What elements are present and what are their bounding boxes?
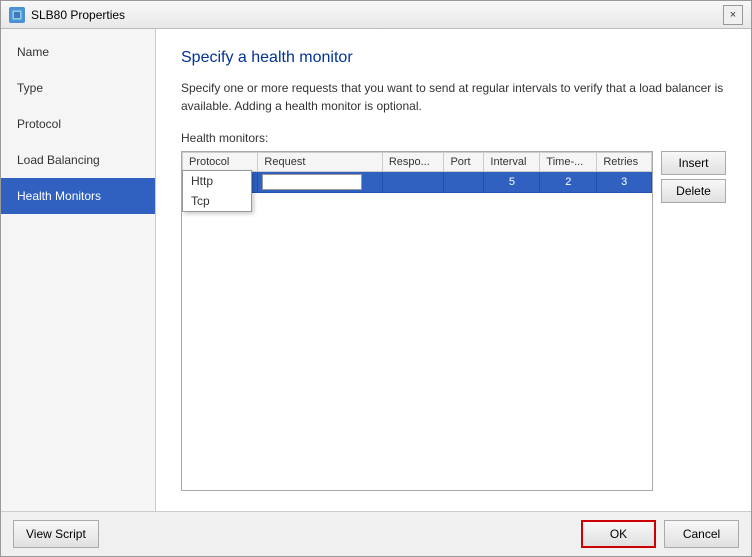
col-port: Port (444, 153, 484, 172)
timeout-value: 2 (565, 176, 571, 188)
sidebar: Name Type Protocol Load Balancing Health… (1, 29, 156, 511)
health-monitors-table-container: Protocol Request Respo... Port Interval … (181, 151, 653, 491)
cancel-button[interactable]: Cancel (664, 520, 739, 548)
ok-button[interactable]: OK (581, 520, 656, 548)
sidebar-item-load-balancing[interactable]: Load Balancing (1, 142, 155, 178)
main-panel: Specify a health monitor Specify one or … (156, 29, 751, 511)
title-bar: SLB80 Properties × (1, 1, 751, 29)
window-title: SLB80 Properties (31, 8, 125, 22)
col-retries: Retries (597, 153, 652, 172)
title-bar-left: SLB80 Properties (9, 7, 125, 23)
col-interval: Interval (484, 153, 540, 172)
bottom-right-buttons: OK Cancel (581, 520, 739, 548)
table-row: ▼ Http Tcp (183, 172, 652, 193)
page-description: Specify one or more requests that you wa… (181, 79, 726, 115)
sidebar-item-protocol[interactable]: Protocol (1, 106, 155, 142)
interval-cell: 5 (484, 172, 540, 193)
window-icon (9, 7, 25, 23)
content-area: Name Type Protocol Load Balancing Health… (1, 29, 751, 511)
insert-button[interactable]: Insert (661, 151, 726, 175)
page-title: Specify a health monitor (181, 49, 726, 67)
dropdown-option-tcp[interactable]: Tcp (183, 191, 251, 211)
section-label: Health monitors: (181, 131, 726, 145)
health-monitors-table: Protocol Request Respo... Port Interval … (182, 152, 652, 193)
timeout-cell: 2 (540, 172, 597, 193)
col-request: Request (258, 153, 382, 172)
table-action-buttons: Insert Delete (661, 151, 726, 491)
table-header-row: Protocol Request Respo... Port Interval … (183, 153, 652, 172)
bottom-bar: View Script OK Cancel (1, 511, 751, 556)
col-timeout: Time-... (540, 153, 597, 172)
main-window: SLB80 Properties × Name Type Protocol Lo… (0, 0, 752, 557)
request-input[interactable] (262, 174, 362, 190)
sidebar-item-type[interactable]: Type (1, 70, 155, 106)
sidebar-item-health-monitors[interactable]: Health Monitors (1, 178, 155, 214)
retries-value: 3 (621, 176, 627, 188)
protocol-dropdown-menu: Http Tcp (182, 170, 252, 212)
response-cell (382, 172, 444, 193)
col-response: Respo... (382, 153, 444, 172)
close-button[interactable]: × (723, 5, 743, 25)
sidebar-item-name[interactable]: Name (1, 34, 155, 70)
retries-cell: 3 (597, 172, 652, 193)
dropdown-option-http[interactable]: Http (183, 171, 251, 191)
view-script-button[interactable]: View Script (13, 520, 99, 548)
protocol-cell: ▼ Http Tcp (183, 172, 258, 193)
request-cell (258, 172, 382, 193)
port-cell (444, 172, 484, 193)
interval-value: 5 (509, 176, 515, 188)
col-protocol: Protocol (183, 153, 258, 172)
table-action-area: Protocol Request Respo... Port Interval … (181, 151, 726, 491)
delete-button[interactable]: Delete (661, 179, 726, 203)
